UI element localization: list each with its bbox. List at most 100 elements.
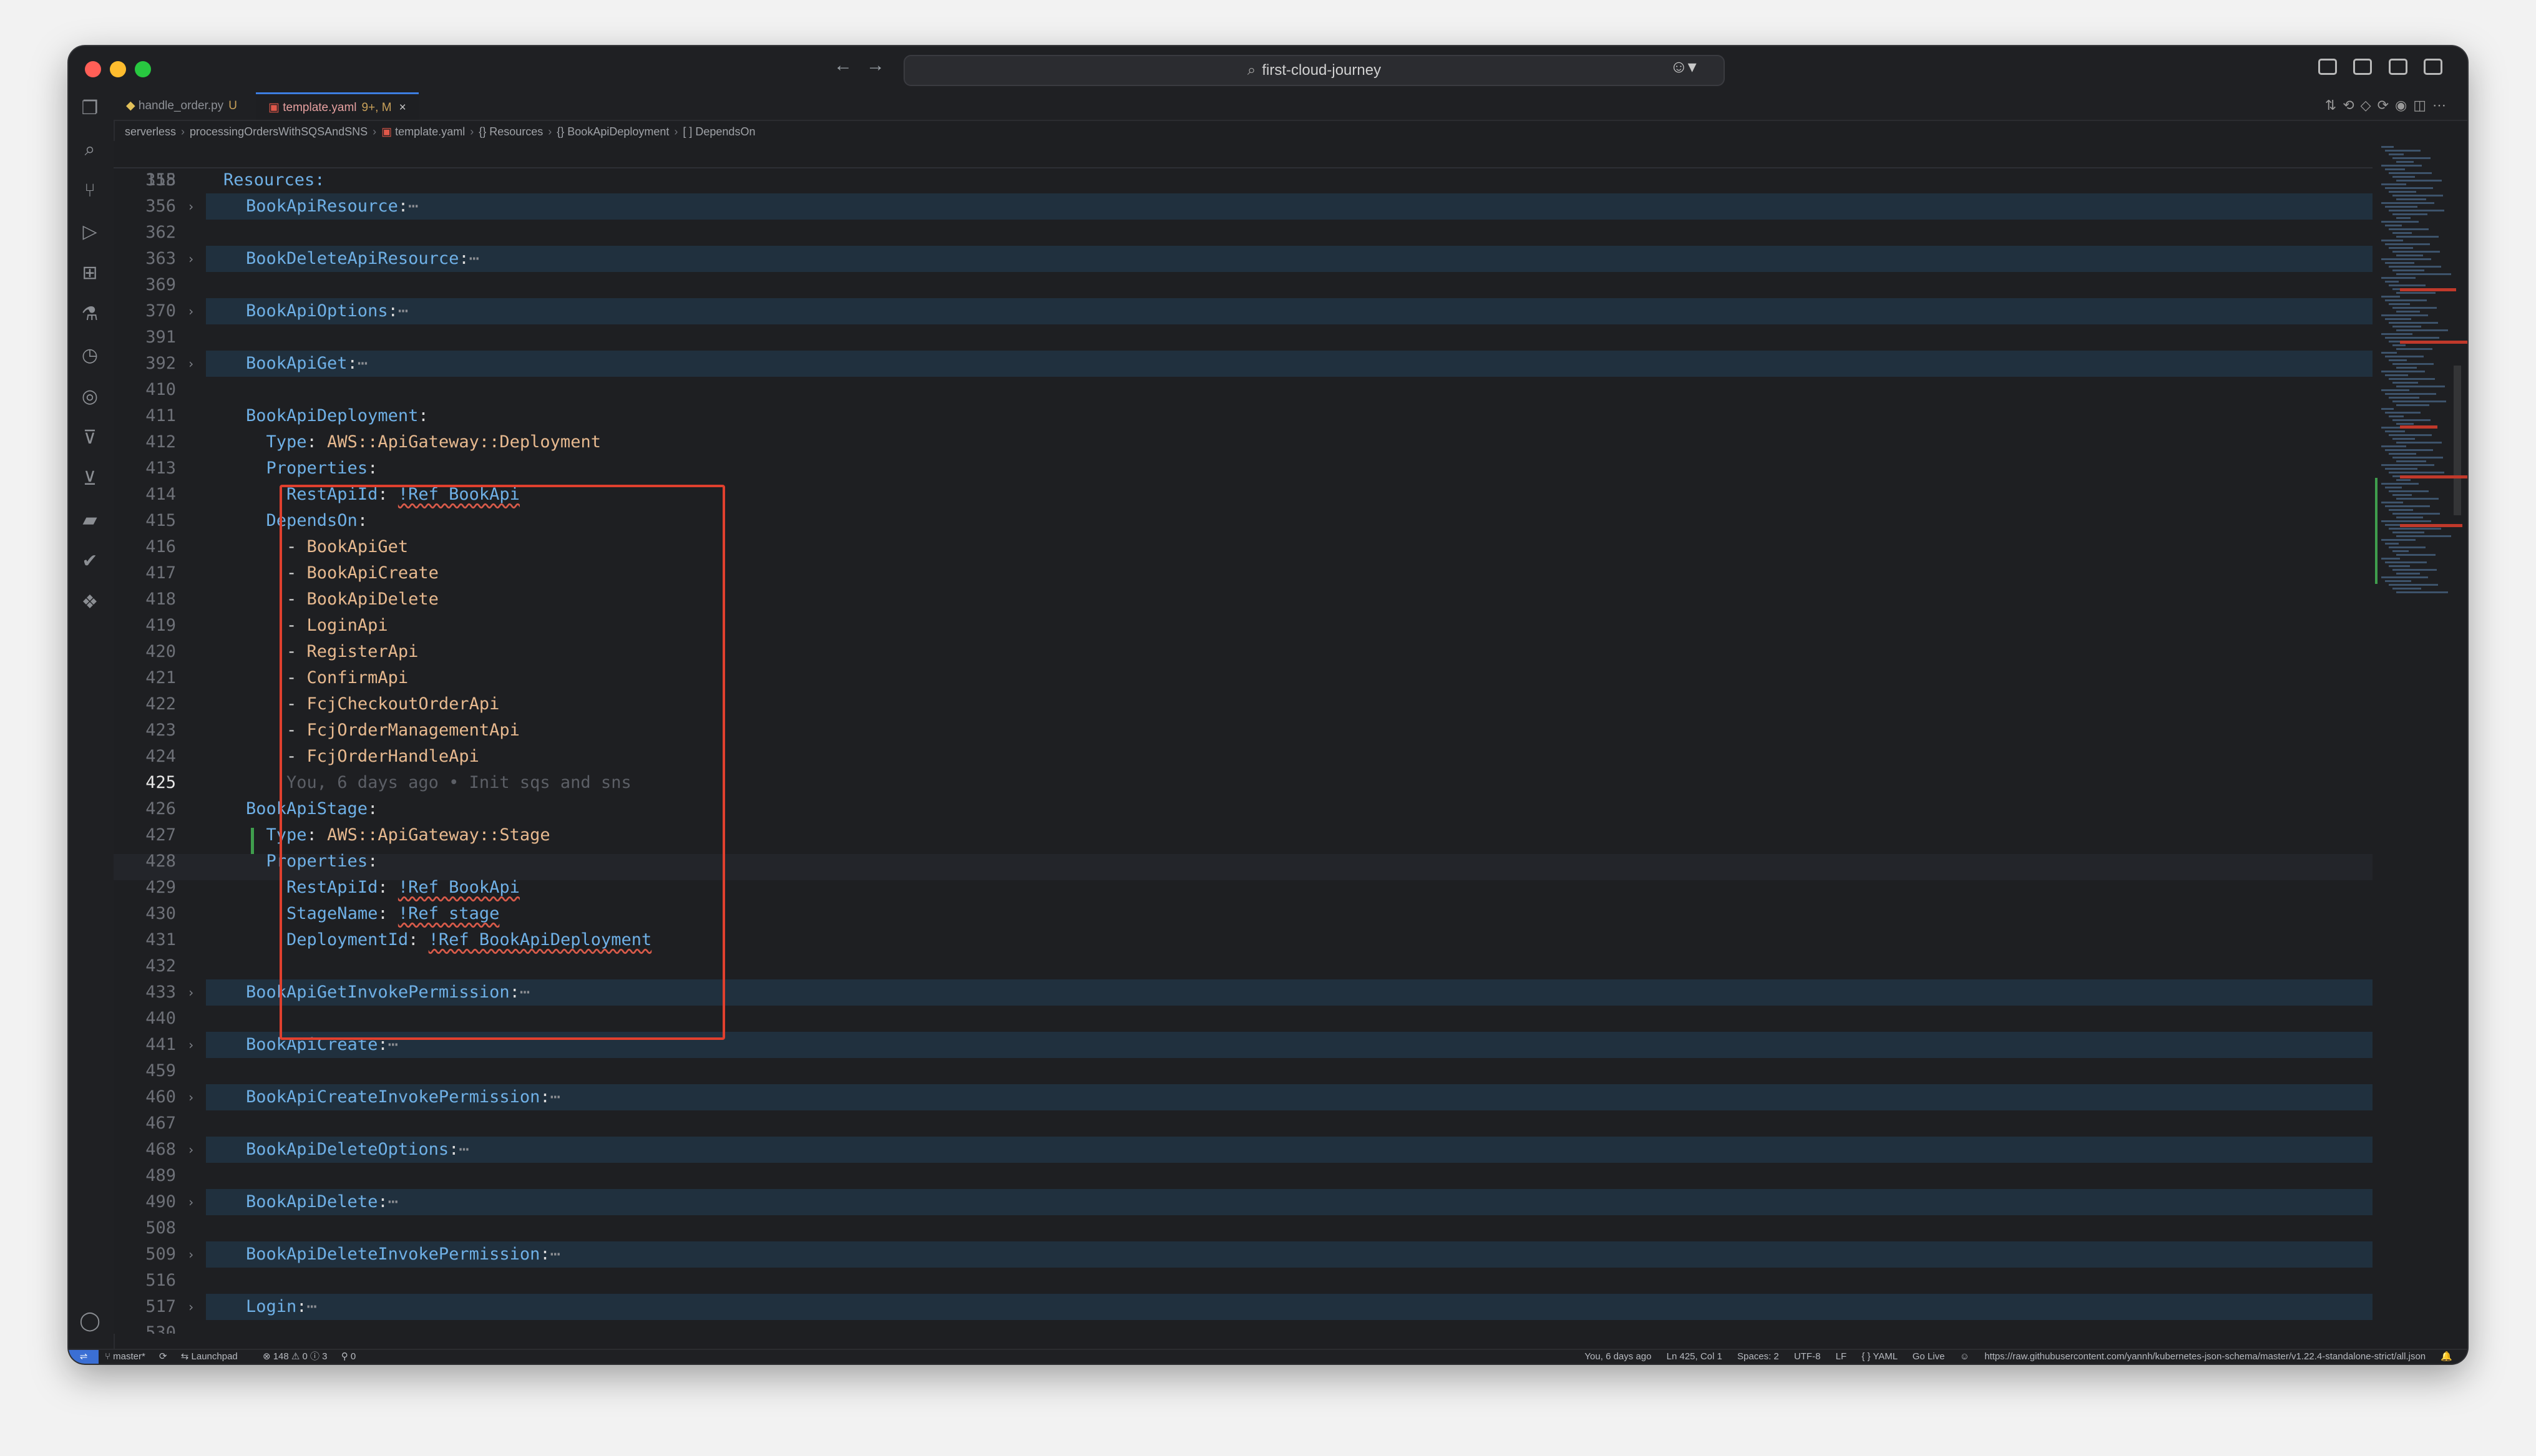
source-control-icon[interactable]: ⑂ xyxy=(79,180,101,202)
notifications-icon[interactable]: 🔔 xyxy=(2441,1351,2452,1362)
git-blame-status[interactable]: You, 6 days ago xyxy=(1584,1351,1651,1362)
minimap-line xyxy=(2385,561,2427,563)
code-line[interactable]: 509 › BookApiDeleteInvokePermission:⋯ xyxy=(114,1241,2373,1268)
sticky-scroll-header[interactable]: 118 Resources: xyxy=(114,141,2373,190)
cursor-position[interactable]: Ln 425, Col 1 xyxy=(1667,1351,1722,1362)
code-line[interactable]: 490 › BookApiDelete:⋯ xyxy=(114,1189,2373,1215)
toggle-panel-icon[interactable] xyxy=(2388,59,2407,75)
minimap-line xyxy=(2385,487,2402,488)
minimap[interactable] xyxy=(2375,141,2467,1334)
yaml-file-icon: ▣ xyxy=(268,101,280,114)
forward-arrow-icon[interactable]: → xyxy=(866,55,885,76)
remote-indicator[interactable]: ⇌ xyxy=(69,1350,99,1364)
timeline-icon[interactable]: ◷ xyxy=(79,344,101,367)
eol-status[interactable]: LF xyxy=(1836,1351,1847,1362)
customize-layout-icon[interactable] xyxy=(2318,59,2337,75)
breadcrumb-item[interactable]: processingOrdersWithSQSAndSNS xyxy=(190,125,368,138)
code-line[interactable]: 410 xyxy=(114,377,2373,403)
breadcrumb-item[interactable]: {} Resources xyxy=(479,125,543,138)
tab-template-yaml[interactable]: ▣ template.yaml 9+, M × xyxy=(256,92,419,120)
minimap-line xyxy=(2381,445,2406,447)
code-line[interactable]: 508 xyxy=(114,1215,2373,1241)
code-line[interactable]: 391 xyxy=(114,324,2373,351)
zoom-window-button[interactable] xyxy=(135,61,151,77)
code-editor[interactable]: 355356›BookApiResource:⋯362363›BookDelet… xyxy=(114,141,2373,1334)
minimap-line xyxy=(2385,543,2399,545)
docker-icon[interactable]: ▰ xyxy=(79,509,101,531)
remote-explorer-icon[interactable]: ◎ xyxy=(79,386,101,408)
account-icon[interactable]: ◯ xyxy=(79,1310,101,1332)
ports-indicator[interactable]: ⚲ 0 xyxy=(341,1351,356,1362)
breadcrumb-item[interactable]: serverless xyxy=(125,125,176,138)
testing-icon[interactable]: ⚗ xyxy=(79,303,101,326)
fold-chevron-icon[interactable]: › xyxy=(187,1241,195,1268)
language-mode[interactable]: { } YAML xyxy=(1861,1351,1897,1362)
git-graph-icon[interactable]: ⊽ xyxy=(79,427,101,449)
encoding-status[interactable]: UTF-8 xyxy=(1794,1351,1821,1362)
tab-handle-order[interactable]: ◆ handle_order.py U xyxy=(114,92,250,120)
minimap-line xyxy=(2385,299,2427,301)
line-number: 425 xyxy=(145,773,176,792)
fold-chevron-icon[interactable]: › xyxy=(187,298,195,324)
code-line[interactable]: 363 › BookDeleteApiResource:⋯ xyxy=(114,246,2373,272)
breadcrumb-item[interactable]: [ ] DependsOn xyxy=(683,125,755,138)
launchpad-item[interactable]: ⇆ Launchpad xyxy=(181,1351,249,1362)
back-arrow-icon[interactable]: ← xyxy=(834,55,852,76)
check-icon[interactable]: ✔ xyxy=(79,550,101,573)
scrollbar-thumb[interactable] xyxy=(2454,366,2461,515)
code-line[interactable]: 362 xyxy=(114,220,2373,246)
branch-indicator[interactable]: ⑂ master* ⟳ xyxy=(105,1351,167,1362)
toggle-sidebar-icon[interactable] xyxy=(2353,59,2373,75)
minimize-window-button[interactable] xyxy=(110,61,126,77)
search-icon[interactable]: ⌕ xyxy=(79,138,101,161)
code-line[interactable]: 369 xyxy=(114,272,2373,298)
fold-chevron-icon[interactable]: › xyxy=(187,193,195,220)
fold-chevron-icon[interactable]: › xyxy=(187,1084,195,1110)
code-line[interactable]: 530 xyxy=(114,1320,2373,1334)
fold-chevron-icon[interactable]: › xyxy=(187,246,195,272)
fold-chevron-icon[interactable]: › xyxy=(187,1032,195,1058)
copilot-icon[interactable]: ☺▾ xyxy=(1670,56,1697,77)
code-line[interactable]: 412 Type: AWS::ApiGateway::Deployment xyxy=(114,429,2373,455)
close-window-button[interactable] xyxy=(85,61,101,77)
extensions-icon[interactable]: ⊞ xyxy=(79,262,101,284)
toggle-secondary-sidebar-icon[interactable] xyxy=(2424,59,2442,75)
code-line[interactable]: 459 xyxy=(114,1058,2373,1084)
fold-chevron-icon[interactable]: › xyxy=(187,351,195,377)
title-bar: ← → ⌕ first-cloud-journey ☺▾ xyxy=(69,46,2467,94)
code-line[interactable]: 356 › BookApiResource:⋯ xyxy=(114,193,2373,220)
code-line[interactable]: 355 xyxy=(114,167,2373,193)
indentation-status[interactable]: Spaces: 2 xyxy=(1737,1351,1779,1362)
code-line[interactable]: 411 BookApiDeployment: xyxy=(114,403,2373,429)
yaml-schema-status[interactable]: https://raw.githubusercontent.com/yannh/… xyxy=(1984,1351,2426,1362)
code-line[interactable]: 392 › BookApiGet:⋯ xyxy=(114,351,2373,377)
fold-chevron-icon[interactable]: › xyxy=(187,1294,195,1320)
problems-indicator[interactable]: ⊗ 148 ⚠ 0 ⓘ 3 xyxy=(263,1351,328,1362)
copilot-status-icon[interactable]: ☺ xyxy=(1960,1351,1969,1362)
code-line[interactable]: 467 xyxy=(114,1110,2373,1137)
minimap-line xyxy=(2381,183,2406,185)
breadcrumb-item[interactable]: template.yaml xyxy=(395,125,465,138)
fold-chevron-icon[interactable]: › xyxy=(187,1137,195,1163)
close-icon[interactable]: × xyxy=(399,101,406,114)
line-number: 417 xyxy=(145,563,176,583)
code-line[interactable]: 468 › BookApiDeleteOptions:⋯ xyxy=(114,1137,2373,1163)
code-line[interactable]: 460 › BookApiCreateInvokePermission:⋯ xyxy=(114,1084,2373,1110)
code-line[interactable]: 413 Properties: xyxy=(114,455,2373,482)
editor-actions[interactable]: ⇅⟲◇⟳◉◫⋯ xyxy=(2325,97,2452,114)
line-number: 118 xyxy=(145,170,176,190)
explorer-icon[interactable]: ❐ xyxy=(79,97,101,120)
code-line[interactable]: 370 › BookApiOptions:⋯ xyxy=(114,298,2373,324)
code-line[interactable]: 517 › Login:⋯ xyxy=(114,1294,2373,1320)
command-center-search[interactable]: ⌕ first-cloud-journey xyxy=(904,55,1725,86)
run-debug-icon[interactable]: ▷ xyxy=(79,221,101,243)
minimap-line xyxy=(2392,344,2406,346)
go-live-button[interactable]: Go Live xyxy=(1913,1351,1945,1362)
code-line[interactable]: 489 xyxy=(114,1163,2373,1189)
aws-toolkit-icon[interactable]: ⊻ xyxy=(79,468,101,490)
fold-chevron-icon[interactable]: › xyxy=(187,979,195,1006)
python-icon[interactable]: ❖ xyxy=(79,591,101,614)
fold-chevron-icon[interactable]: › xyxy=(187,1189,195,1215)
breadcrumb-item[interactable]: {} BookApiDeployment xyxy=(557,125,669,138)
code-line[interactable]: 516 xyxy=(114,1268,2373,1294)
